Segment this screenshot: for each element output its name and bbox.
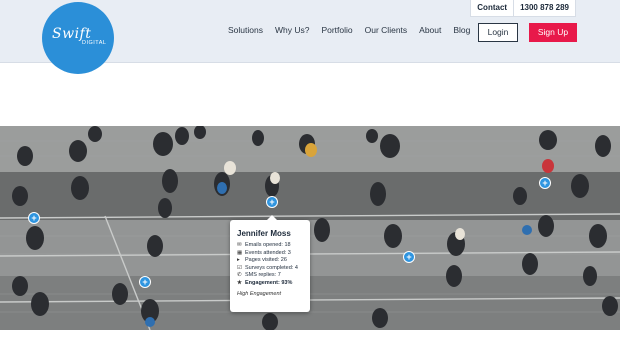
engagement-pin[interactable]: + xyxy=(139,276,151,288)
nav-item-blog[interactable]: Blog xyxy=(453,25,470,35)
engagement-level-tag: High Engagement xyxy=(237,291,282,297)
profile-tooltip-card: Jennifer Moss ✉ Emails opened: 18 ▦ Even… xyxy=(230,215,310,312)
survey-icon: ☑ xyxy=(237,264,242,271)
star-icon: ★ xyxy=(237,279,242,286)
nav-item-about[interactable]: About xyxy=(419,25,441,35)
calendar-icon: ▦ xyxy=(237,249,243,256)
brand-logo[interactable]: Swift DIGITAL xyxy=(42,2,114,74)
profile-name: Jennifer Moss xyxy=(237,229,291,238)
nav-item-solutions[interactable]: Solutions xyxy=(228,25,263,35)
stat-row: ☑ Surveys completed: 4 xyxy=(237,265,303,273)
stat-text: Events attended: 3 xyxy=(245,249,291,256)
stat-text: Pages visited: 26 xyxy=(245,257,287,263)
logo-subtitle: DIGITAL xyxy=(82,40,107,46)
hero-crowd-image: + + + + + xyxy=(0,126,620,330)
main-nav: Solutions Why Us? Portfolio Our Clients … xyxy=(228,25,482,35)
nav-item-why-us[interactable]: Why Us? xyxy=(275,25,309,35)
stat-row: ✉ Emails opened: 18 xyxy=(237,242,303,250)
envelope-icon: ✉ xyxy=(237,242,242,248)
top-contact-bar: Contact 1300 878 289 xyxy=(470,0,576,17)
sms-icon: ✆ xyxy=(237,272,242,278)
engagement-pin[interactable]: + xyxy=(403,251,415,263)
signup-button[interactable]: Sign Up xyxy=(529,23,577,42)
stat-text: Engagement: 93% xyxy=(245,279,293,286)
crowd-street-image xyxy=(0,126,620,330)
phone-link[interactable]: 1300 878 289 xyxy=(514,0,575,16)
engagement-pin[interactable]: + xyxy=(539,177,551,189)
engagement-pin[interactable]: + xyxy=(266,196,278,208)
nav-item-our-clients[interactable]: Our Clients xyxy=(365,25,408,35)
stat-text: Emails opened: 18 xyxy=(245,242,291,248)
stat-row: ✆ SMS replies: 7 xyxy=(237,272,303,280)
nav-item-portfolio[interactable]: Portfolio xyxy=(321,25,352,35)
page-icon: ▸ xyxy=(237,257,240,263)
stat-text: Surveys completed: 4 xyxy=(245,264,298,271)
login-button[interactable]: Login xyxy=(478,23,518,42)
engagement-pin[interactable]: + xyxy=(28,212,40,224)
stat-row: ★ Engagement: 93% xyxy=(237,280,303,288)
stat-row: ▦ Events attended: 3 xyxy=(237,250,303,258)
stat-row: ▸ Pages visited: 26 xyxy=(237,257,303,265)
stat-text: SMS replies: 7 xyxy=(245,272,281,278)
contact-link[interactable]: Contact xyxy=(471,0,513,16)
